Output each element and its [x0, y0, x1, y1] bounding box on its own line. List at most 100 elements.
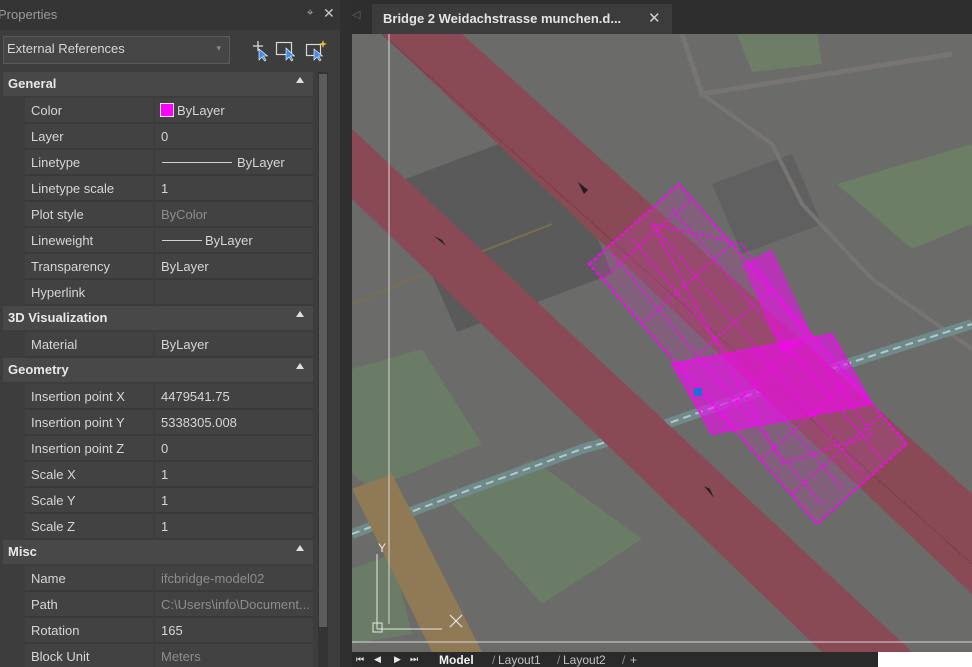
- lineweight-preview-icon: [162, 240, 202, 241]
- property-row-rotation[interactable]: Rotation 165: [3, 618, 313, 644]
- collapse-arrow-icon[interactable]: [296, 545, 304, 551]
- property-value: ByLayer: [161, 259, 209, 274]
- next-layout-icon[interactable]: ▶: [394, 654, 401, 665]
- last-layout-icon[interactable]: ⏭: [410, 654, 418, 665]
- properties-panel: Properties ⌖ ✕ External References ▾ Gen…: [0, 0, 340, 667]
- property-key: Insertion point Y: [31, 415, 125, 430]
- property-value: ByLayer: [177, 103, 225, 118]
- property-value: 1: [161, 181, 169, 196]
- property-row-lineweight[interactable]: Lineweight ByLayer: [3, 228, 313, 254]
- property-row-color[interactable]: Color ByLayer: [3, 98, 313, 124]
- color-swatch-icon: [160, 103, 174, 117]
- tab-layout2[interactable]: Layout2: [563, 653, 606, 667]
- section-3d-visualization[interactable]: 3D Visualization: [3, 306, 313, 332]
- horizontal-scrollbar[interactable]: [878, 652, 972, 667]
- property-row-path[interactable]: Path C:\Users\info\Document...: [3, 592, 313, 618]
- drawing-canvas[interactable]: Y: [352, 34, 972, 652]
- property-row-insertion-x[interactable]: Insertion point X 4479541.75: [3, 384, 313, 410]
- collapse-arrow-icon[interactable]: [296, 311, 304, 317]
- select-objects-icon[interactable]: [274, 38, 298, 62]
- section-label: General: [8, 76, 57, 91]
- collapse-arrow-icon[interactable]: [296, 77, 304, 83]
- property-key: Rotation: [31, 623, 80, 638]
- linetype-preview-icon: [162, 162, 232, 163]
- tab-layout1[interactable]: Layout1: [498, 653, 541, 667]
- section-label: 3D Visualization: [8, 310, 108, 325]
- property-value: ByLayer: [237, 155, 285, 170]
- section-label: Geometry: [8, 362, 69, 377]
- tab-scroll-left-icon[interactable]: ◁: [352, 8, 360, 21]
- document-tab-bar: ◁ Bridge 2 Weidachstrasse munchen.d... ✕: [352, 0, 972, 34]
- close-tab-icon[interactable]: ✕: [648, 9, 661, 27]
- insertion-grip[interactable]: [694, 388, 702, 396]
- property-value: 0: [161, 441, 169, 456]
- property-key: Linetype scale: [31, 181, 115, 196]
- document-tab-title: Bridge 2 Weidachstrasse munchen.d...: [383, 11, 622, 26]
- property-key: Insertion point X: [31, 389, 125, 404]
- property-value: ifcbridge-model02: [161, 571, 265, 586]
- chevron-down-icon: ▾: [216, 43, 221, 53]
- property-row-name[interactable]: Name ifcbridge-model02: [3, 566, 313, 592]
- add-layout-button[interactable]: +: [630, 653, 637, 667]
- property-key: Insertion point Z: [31, 441, 125, 456]
- toggle-pickadd-icon[interactable]: [304, 38, 328, 62]
- property-row-linetype[interactable]: Linetype ByLayer: [3, 150, 313, 176]
- property-value: C:\Users\info\Document...: [161, 597, 310, 612]
- property-key: Block Unit: [31, 649, 90, 664]
- property-key: Layer: [31, 129, 64, 144]
- panel-titlebar: Properties ⌖ ✕: [0, 0, 340, 30]
- property-value: 4479541.75: [161, 389, 230, 404]
- collapse-arrow-icon[interactable]: [296, 363, 304, 369]
- section-misc[interactable]: Misc: [3, 540, 313, 566]
- property-key: Scale Y: [31, 493, 76, 508]
- panel-scrollbar[interactable]: [318, 72, 328, 667]
- property-key: Lineweight: [31, 233, 94, 248]
- layout-tab-bar: ⏮ ◀ ▶ ⏭ Model / Layout1 / Layout2 / +: [352, 652, 972, 667]
- property-row-scale-x[interactable]: Scale X 1: [3, 462, 313, 488]
- property-key: Transparency: [31, 259, 110, 274]
- property-row-insertion-y[interactable]: Insertion point Y 5338305.008: [3, 410, 313, 436]
- property-value: 165: [161, 623, 183, 638]
- first-layout-icon[interactable]: ⏮: [356, 654, 364, 665]
- scrollbar-thumb[interactable]: [319, 74, 327, 627]
- property-row-plot-style[interactable]: Plot style ByColor: [3, 202, 313, 228]
- property-row-hyperlink[interactable]: Hyperlink: [3, 280, 313, 306]
- property-row-transparency[interactable]: Transparency ByLayer: [3, 254, 313, 280]
- property-key: Scale Z: [31, 519, 76, 534]
- property-value: ByLayer: [161, 337, 209, 352]
- section-general[interactable]: General: [3, 72, 313, 98]
- property-key: Hyperlink: [31, 285, 86, 300]
- property-key: Color: [31, 103, 63, 118]
- property-value: 0: [161, 129, 169, 144]
- previous-layout-icon[interactable]: ◀: [374, 654, 381, 665]
- property-key: Scale X: [31, 467, 76, 482]
- property-value: 1: [161, 493, 169, 508]
- property-row-scale-y[interactable]: Scale Y 1: [3, 488, 313, 514]
- document-tab[interactable]: Bridge 2 Weidachstrasse munchen.d... ✕: [372, 4, 672, 34]
- property-value: ByLayer: [205, 233, 253, 248]
- property-value: 1: [161, 519, 169, 534]
- selection-type-dropdown[interactable]: External References ▾: [3, 36, 230, 64]
- property-row-insertion-z[interactable]: Insertion point Z 0: [3, 436, 313, 462]
- property-value: ByColor: [161, 207, 208, 222]
- property-row-linetype-scale[interactable]: Linetype scale 1: [3, 176, 313, 202]
- property-grid: General Color ByLayer Layer 0 Linetype B…: [3, 72, 313, 667]
- property-key: Name: [31, 571, 66, 586]
- panel-splitter[interactable]: [340, 0, 352, 667]
- tab-model[interactable]: Model: [439, 653, 474, 667]
- quick-select-icon[interactable]: [246, 38, 270, 62]
- drawing-viewport[interactable]: Y: [352, 34, 972, 652]
- property-row-scale-z[interactable]: Scale Z 1: [3, 514, 313, 540]
- panel-title: Properties: [0, 7, 58, 22]
- close-icon[interactable]: ✕: [323, 5, 335, 22]
- property-row-layer[interactable]: Layer 0: [3, 124, 313, 150]
- property-row-block-unit[interactable]: Block Unit Meters: [3, 644, 313, 667]
- pin-icon[interactable]: ⌖: [307, 7, 313, 20]
- property-value: 5338305.008: [161, 415, 237, 430]
- property-value: 1: [161, 467, 169, 482]
- selection-type-value: External References: [7, 41, 125, 56]
- section-geometry[interactable]: Geometry: [3, 358, 313, 384]
- property-key: Plot style: [31, 207, 84, 222]
- property-key: Path: [31, 597, 58, 612]
- property-row-material[interactable]: Material ByLayer: [3, 332, 313, 358]
